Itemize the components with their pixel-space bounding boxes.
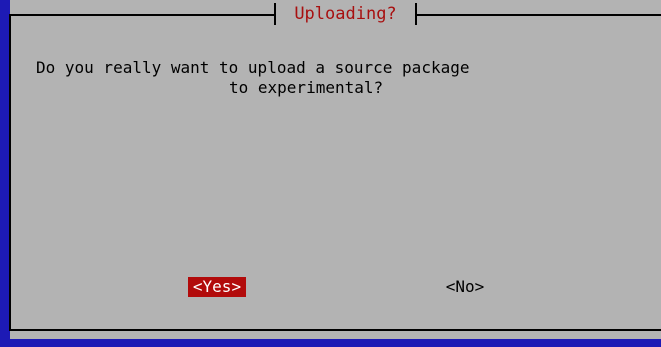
title-divider-right [415,3,417,25]
terminal-screen: Uploading? Do you really want to upload … [0,0,661,347]
dialog-message-line-2: to experimental? [229,78,384,97]
dialog-border-top-left [9,14,274,16]
yes-button[interactable]: <Yes> [188,277,246,297]
dialog-message: Do you really want to upload a source pa… [36,58,596,98]
dialog-border-top-right [417,14,661,16]
dialog-title: Uploading? [294,4,397,24]
no-button[interactable]: <No> [441,277,489,297]
dialog-message-line-1: Do you really want to upload a source pa… [36,58,470,77]
